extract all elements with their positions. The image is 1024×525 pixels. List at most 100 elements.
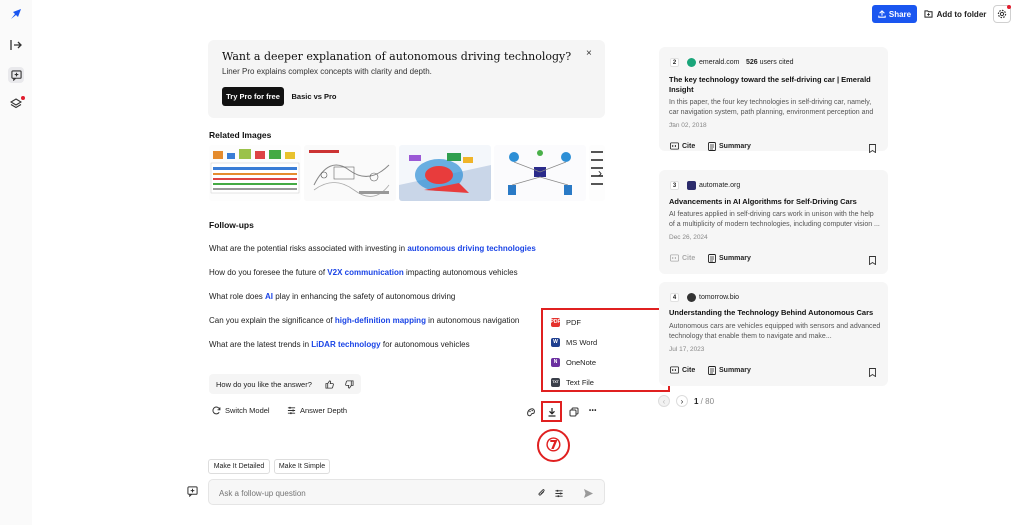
pdf-icon: PDF — [550, 317, 561, 327]
summary-button[interactable]: Summary — [708, 142, 751, 151]
follow-up-highlight: V2X communication — [327, 268, 404, 277]
ask-box — [208, 479, 605, 505]
answer-depth-label: Answer Depth — [300, 406, 348, 415]
feedback-box: How do you like the answer? — [209, 374, 361, 394]
quote-icon — [670, 366, 679, 374]
summary-button[interactable]: Summary — [708, 366, 751, 375]
switch-model-button[interactable]: Switch Model — [212, 406, 270, 415]
follow-up-item[interactable]: What are the latest trends in LiDAR tech… — [209, 340, 470, 349]
follow-up-text: What are the potential risks associated … — [209, 244, 408, 253]
word-icon: W — [551, 337, 560, 347]
site-favicon-icon — [687, 58, 696, 67]
download-button[interactable] — [541, 401, 562, 422]
promo-title: Want a deeper explanation of autonomous … — [222, 50, 572, 63]
source-snippet: AI features applied in self-driving cars… — [669, 211, 880, 228]
source-card[interactable]: 4 tomorrow.bio Understanding the Technol… — [659, 282, 888, 386]
follow-up-item[interactable]: Can you explain the significance of high… — [209, 316, 519, 325]
follow-up-highlight: LiDAR technology — [311, 340, 381, 349]
pro-promo-card: Want a deeper explanation of autonomous … — [208, 40, 605, 118]
close-icon[interactable]: × — [586, 48, 592, 59]
cite-button[interactable]: Cite — [670, 254, 695, 262]
related-image-5[interactable] — [589, 145, 605, 201]
cites-suffix: users cited — [757, 59, 794, 66]
source-card[interactable]: 3 automate.org Advancements in AI Algori… — [659, 170, 888, 274]
thumbs-up-icon[interactable] — [322, 377, 336, 391]
paint-icon[interactable] — [524, 405, 538, 419]
source-pager: ‹ › 1 / 80 — [658, 395, 714, 407]
export-pdf-label: PDF — [566, 317, 581, 327]
related-images-title: Related Images — [209, 130, 272, 140]
source-date: Dec 26, 2024 — [669, 234, 708, 241]
document-icon — [708, 366, 716, 375]
cite-button[interactable]: Cite — [670, 366, 695, 374]
more-options-icon[interactable]: ••• — [589, 408, 597, 414]
follow-up-item[interactable]: What role does AI play in enhancing the … — [209, 292, 455, 301]
try-pro-button[interactable]: Try Pro for free — [222, 87, 284, 106]
copy-icon[interactable] — [567, 405, 581, 419]
sliders-icon — [287, 406, 296, 415]
left-rail — [0, 0, 32, 525]
follow-up-text: Can you explain the significance of — [209, 316, 335, 325]
summary-button[interactable]: Summary — [708, 254, 751, 263]
sliders-icon[interactable] — [552, 486, 566, 500]
answer-depth-button[interactable]: Answer Depth — [287, 406, 347, 415]
follow-up-item[interactable]: How do you foresee the future of V2X com… — [209, 268, 518, 277]
make-simple-chip[interactable]: Make It Simple — [274, 459, 330, 474]
source-snippet: Autonomous cars are vehicles equipped wi… — [669, 323, 881, 340]
summary-label: Summary — [719, 143, 751, 150]
document-icon — [708, 254, 716, 263]
share-icon — [878, 10, 886, 18]
export-text-item[interactable]: TXT Text File — [551, 375, 594, 389]
related-image-1[interactable] — [209, 145, 301, 201]
source-domain: tomorrow.bio — [699, 294, 740, 301]
promo-subtitle: Liner Pro explains complex concepts with… — [222, 67, 432, 76]
source-title[interactable]: The key technology toward the self-drivi… — [669, 75, 881, 95]
expand-sidebar-icon[interactable] — [8, 37, 24, 53]
new-chat-icon[interactable] — [8, 67, 24, 83]
cite-button[interactable]: Cite — [670, 142, 695, 150]
bookmark-icon[interactable] — [865, 253, 879, 267]
export-word-label: MS Word — [566, 337, 598, 347]
source-domain: emerald.com — [699, 59, 740, 66]
send-icon[interactable] — [581, 486, 595, 500]
thumbs-down-icon[interactable] — [342, 377, 356, 391]
new-thread-icon[interactable] — [185, 484, 199, 498]
liner-logo-icon[interactable] — [8, 6, 24, 22]
follow-up-text: play in enhancing the safety of autonomo… — [273, 292, 456, 301]
source-title[interactable]: Understanding the Technology Behind Auto… — [669, 308, 881, 318]
folder-plus-icon — [924, 10, 933, 18]
follow-up-item[interactable]: What are the potential risks associated … — [209, 244, 536, 253]
download-icon — [548, 407, 555, 417]
source-title[interactable]: Advancements in AI Algorithms for Self-D… — [669, 197, 881, 207]
export-word-item[interactable]: W MS Word — [551, 335, 597, 349]
cites-count: 526 — [746, 59, 758, 66]
text-file-icon: TXT — [551, 377, 560, 387]
add-to-folder-button[interactable]: Add to folder — [922, 5, 988, 23]
paperclip-icon[interactable] — [534, 486, 548, 500]
share-button[interactable]: Share — [872, 5, 917, 23]
follow-up-text: What are the latest trends in — [209, 340, 312, 349]
site-favicon-icon — [687, 293, 696, 302]
follow-ups-title: Follow-ups — [209, 220, 254, 230]
cite-label: Cite — [682, 254, 696, 262]
bookmark-icon[interactable] — [865, 141, 879, 155]
basic-vs-pro-button[interactable]: Basic vs Pro — [288, 87, 340, 106]
export-menu: PDF PDF W MS Word N OneNote TXT Text Fil… — [541, 308, 670, 392]
related-image-4[interactable] — [494, 145, 586, 201]
chevron-right-icon[interactable]: › — [676, 395, 688, 407]
quote-icon — [670, 254, 679, 262]
layers-icon[interactable] — [8, 96, 25, 112]
chevron-left-icon[interactable]: ‹ — [658, 395, 670, 407]
make-detailed-chip[interactable]: Make It Detailed — [208, 459, 270, 474]
export-onenote-item[interactable]: N OneNote — [551, 355, 596, 369]
related-image-3[interactable] — [399, 145, 491, 201]
export-pdf-item[interactable]: PDF PDF — [551, 315, 581, 329]
settings-button[interactable] — [993, 5, 1011, 23]
follow-up-input[interactable] — [219, 487, 499, 499]
related-image-2[interactable] — [304, 145, 396, 201]
bookmark-icon[interactable] — [865, 365, 879, 379]
cite-label: Cite — [682, 366, 696, 374]
chevron-right-icon[interactable]: › — [598, 166, 602, 180]
source-card[interactable]: 2 emerald.com 526 users cited The key te… — [659, 47, 888, 153]
source-number: 4 — [670, 293, 679, 302]
